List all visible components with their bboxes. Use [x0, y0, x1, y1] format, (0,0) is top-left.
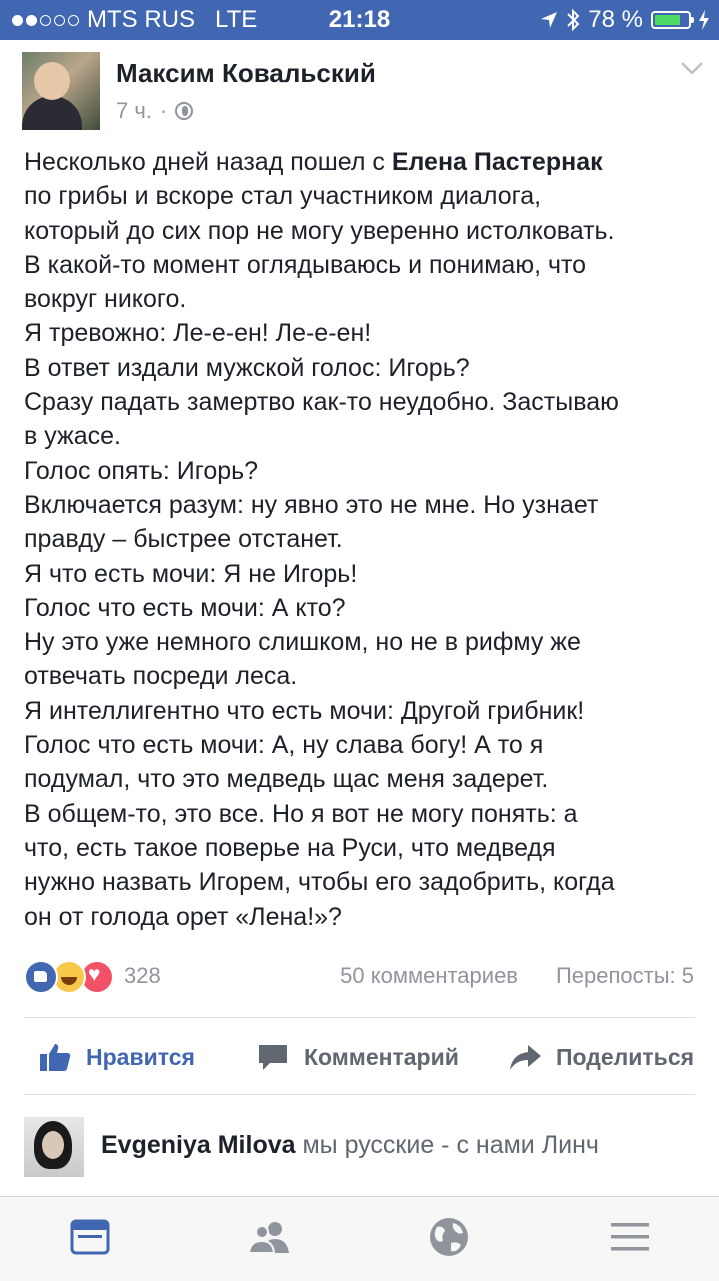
chevron-down-icon[interactable]	[680, 60, 703, 80]
post-text-segment: Голос опять: Игорь?	[24, 456, 259, 485]
post-header: Максим Ковальский 7 ч. ·	[22, 52, 703, 132]
post-text-line: по грибы и вскоре стал участником диалог…	[24, 179, 699, 213]
post-text-line: Сразу падать замертво как-то неудобно. З…	[24, 385, 699, 419]
bluetooth-icon	[567, 8, 580, 32]
commenter-avatar[interactable]	[24, 1117, 84, 1177]
post-text-line: В общем-то, это все. Но я вот не могу по…	[24, 797, 699, 831]
post-text-segment: правду – быстрее отстанет.	[24, 525, 343, 554]
tab-notifications[interactable]	[427, 1215, 471, 1259]
post-text-line: Голос опять: Игорь?	[24, 454, 699, 488]
author-avatar[interactable]	[22, 52, 100, 130]
tab-bar	[0, 1196, 719, 1281]
reaction-count[interactable]: 328	[124, 963, 161, 989]
tab-news-feed[interactable]	[68, 1215, 112, 1259]
post-text-segment: Ну это уже немного слишком, но не в рифм…	[24, 628, 581, 657]
status-bar: MTS RUS LTE 21:18 78 %	[0, 0, 719, 40]
post-text-line: Я тревожно: Ле-е-ен! Ле-е-ен!	[24, 316, 699, 350]
action-bar: Нравится Комментарий Поделиться	[0, 1020, 719, 1094]
post-text-segment: по грибы и вскоре стал участником диалог…	[24, 182, 542, 211]
post-text-segment: Я тревожно: Ле-е-ен! Ле-е-ен!	[24, 319, 372, 348]
post-text-line: Включается разум: ну явно это не мне. Но…	[24, 488, 699, 522]
battery-icon	[651, 11, 694, 29]
post-text-segment: что, есть такое поверье на Руси, что мед…	[24, 833, 556, 862]
globe-icon	[175, 102, 194, 120]
comment-label: Комментарий	[304, 1043, 459, 1070]
post-text-line: Я интеллигентно что есть мочи: Другой гр…	[24, 694, 699, 728]
thumbs-up-icon	[40, 1044, 71, 1071]
post-text-line: правду – быстрее отстанет.	[24, 522, 699, 556]
comment-bubble-icon	[259, 1045, 287, 1070]
location-arrow-icon	[541, 12, 558, 28]
post-text-line: в ужасе.	[24, 419, 699, 453]
post-text-segment: В ответ издали мужской голос: Игорь?	[24, 353, 470, 382]
post-text-line: подумал, что это медведь щас меня задере…	[24, 762, 699, 796]
menu-icon	[611, 1223, 649, 1251]
divider	[24, 1094, 695, 1095]
post-meta: 7 ч. ·	[116, 98, 194, 124]
status-right: 78 %	[540, 6, 709, 34]
commenter-name[interactable]: Evgeniya Milova	[101, 1131, 296, 1159]
share-arrow-icon	[510, 1045, 541, 1070]
post-text-line: нужно назвать Игорем, чтобы его задобрит…	[24, 865, 699, 899]
tab-menu[interactable]	[608, 1215, 652, 1259]
post-body: Несколько дней назад пошел с Елена Пасте…	[24, 145, 699, 934]
author-name[interactable]: Максим Ковальский	[116, 58, 376, 89]
post-text-segment: Голос что есть мочи: А кто?	[24, 593, 346, 622]
comment-preview[interactable]: Evgeniya Milova мы русские - с нами Линч	[24, 1117, 704, 1179]
comments-count[interactable]: 50 комментариев	[340, 963, 518, 989]
post-text-segment: вокруг никого.	[24, 285, 187, 314]
comment-button[interactable]: Комментарий	[256, 1020, 459, 1094]
globe-icon	[430, 1218, 468, 1256]
post-text-segment: Я что есть мочи: Я не Игорь!	[24, 559, 358, 588]
post-text-line: отвечать посреди леса.	[24, 659, 699, 693]
post-text-line: Я что есть мочи: Я не Игорь!	[24, 557, 699, 591]
post-text-line: Ну это уже немного слишком, но не в рифм…	[24, 625, 699, 659]
post-text-line: В ответ издали мужской голос: Игорь?	[24, 351, 699, 385]
post-text-line: Голос что есть мочи: А, ну слава богу! А…	[24, 728, 699, 762]
shares-count[interactable]: Перепосты: 5	[556, 963, 694, 989]
post-text-line: он от голода орет «Лена!»?	[24, 900, 699, 934]
post-text-line: вокруг никого.	[24, 282, 699, 316]
post-text-segment: В какой-то момент оглядываюсь и понимаю,…	[24, 250, 587, 279]
share-button[interactable]: Поделиться	[508, 1020, 694, 1094]
post-text-line: Несколько дней назад пошел с Елена Пасте…	[24, 145, 699, 179]
battery-percent: 78 %	[588, 6, 643, 33]
post-text-segment: Я интеллигентно что есть мочи: Другой гр…	[24, 696, 585, 725]
tab-friends[interactable]	[247, 1215, 291, 1259]
post-text-segment: подумал, что это медведь щас меня задере…	[24, 765, 549, 794]
post-text-segment: отвечать посреди леса.	[24, 662, 298, 691]
post-text-segment: Включается разум: ну явно это не мне. Но…	[24, 490, 599, 519]
reaction-icons[interactable]	[24, 960, 120, 994]
post-text-line: который до сих пор не могу уверенно исто…	[24, 214, 699, 248]
comment-text: Evgeniya Milova мы русские - с нами Линч	[101, 1131, 599, 1160]
meta-separator: ·	[159, 98, 168, 123]
share-label: Поделиться	[556, 1043, 695, 1070]
charging-icon	[699, 10, 709, 30]
tagged-person-link[interactable]: Елена Пастернак	[392, 148, 603, 176]
post-text-line: что, есть такое поверье на Руси, что мед…	[24, 831, 699, 865]
friends-icon	[247, 1222, 289, 1254]
post-text-segment: В общем-то, это все. Но я вот не могу по…	[24, 799, 578, 828]
reactions-summary: 328 50 комментариев Перепосты: 5	[24, 960, 694, 994]
like-label: Нравится	[86, 1043, 195, 1070]
comment-body: мы русские - с нами Линч	[302, 1131, 599, 1159]
divider	[24, 1017, 695, 1018]
like-button[interactable]: Нравится	[38, 1020, 195, 1094]
post-text-segment: он от голода орет «Лена!»?	[24, 902, 342, 931]
post-text-line: Голос что есть мочи: А кто?	[24, 591, 699, 625]
post-text-segment: Несколько дней назад пошел с	[24, 148, 392, 176]
post-text-segment: который до сих пор не могу уверенно исто…	[24, 216, 615, 245]
post-text-line: В какой-то момент оглядываюсь и понимаю,…	[24, 248, 699, 282]
post-time[interactable]: 7 ч.	[116, 98, 152, 124]
post-text-segment: в ужасе.	[24, 422, 121, 451]
post-text-segment: нужно назвать Игорем, чтобы его задобрит…	[24, 868, 615, 897]
post-text-segment: Сразу падать замертво как-то неудобно. З…	[24, 388, 619, 417]
post-text-segment: Голос что есть мочи: А, ну слава богу! А…	[24, 731, 544, 760]
news-feed-icon	[70, 1219, 110, 1255]
like-reaction-icon	[24, 960, 58, 994]
